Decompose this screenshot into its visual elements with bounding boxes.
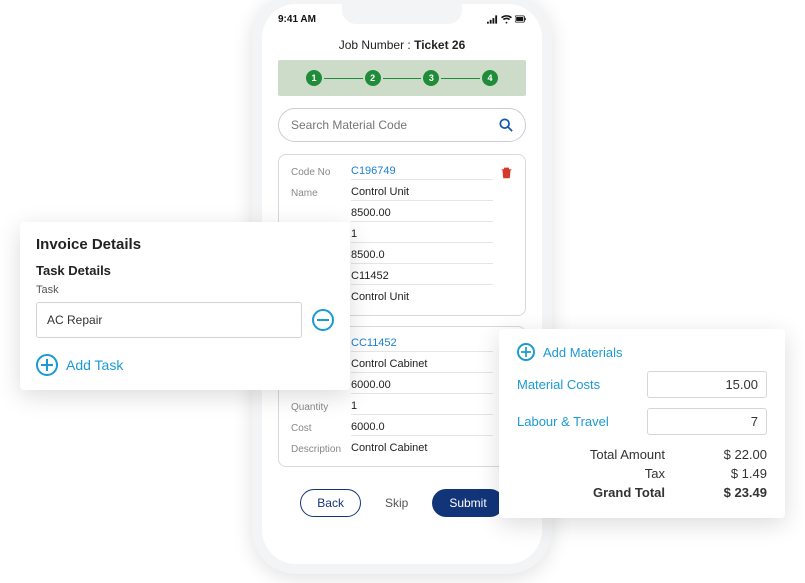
plus-icon: [517, 343, 535, 361]
status-time: 9:41 AM: [278, 14, 316, 25]
add-materials-button[interactable]: Add Materials: [517, 343, 767, 361]
code-value[interactable]: C196749: [351, 165, 493, 180]
submit-button[interactable]: Submit: [432, 489, 503, 517]
grand-total-value: $ 23.49: [697, 485, 767, 500]
name-value: Control Cabinet: [351, 358, 493, 373]
step-1[interactable]: 1: [306, 70, 322, 86]
totals-card: Add Materials Material Costs Labour & Tr…: [499, 329, 785, 518]
task-details-title: Task Details: [36, 263, 334, 278]
code-label: Code No: [291, 167, 351, 178]
remove-task-button[interactable]: [312, 309, 334, 331]
cost-label: Cost: [291, 423, 351, 434]
material-costs-input[interactable]: [647, 371, 767, 398]
step-2[interactable]: 2: [365, 70, 381, 86]
battery-icon: [515, 14, 526, 24]
qty-label: Quantity: [291, 402, 351, 413]
name-label: Name: [291, 188, 351, 199]
cost-value: 6000.0: [351, 421, 493, 436]
material-costs-label: Material Costs: [517, 377, 600, 392]
search-field[interactable]: [278, 108, 526, 142]
grand-total-label: Grand Total: [517, 485, 697, 500]
phone-notch: [342, 4, 462, 24]
labour-travel-label: Labour & Travel: [517, 414, 609, 429]
totals-block: Total Amount $ 22.00 Tax $ 1.49 Grand To…: [517, 445, 767, 502]
add-task-button[interactable]: Add Task: [36, 354, 334, 376]
desc-value: Control Cabinet: [351, 442, 493, 456]
delete-icon[interactable]: [500, 166, 513, 179]
task-input[interactable]: [36, 302, 302, 338]
tax-label: Tax: [517, 466, 697, 481]
plus-icon: [36, 354, 58, 376]
job-number: Ticket 26: [414, 38, 465, 52]
search-input[interactable]: [291, 118, 499, 132]
back-button[interactable]: Back: [300, 489, 361, 517]
name-value: Control Unit: [351, 186, 493, 201]
status-icons: [487, 14, 526, 24]
tax-value: $ 1.49: [697, 466, 767, 481]
skip-button[interactable]: Skip: [369, 489, 424, 517]
labour-travel-input[interactable]: [647, 408, 767, 435]
rate-value: 6000.00: [351, 379, 493, 394]
add-materials-label: Add Materials: [543, 345, 622, 360]
signal-icon: [487, 14, 498, 24]
step-4[interactable]: 4: [482, 70, 498, 86]
altcode-value: C11452: [351, 270, 493, 285]
rate-value: 8500.00: [351, 207, 493, 222]
add-task-label: Add Task: [66, 357, 123, 373]
desc-label: Description: [291, 444, 351, 455]
code-value[interactable]: CC11452: [351, 337, 493, 352]
total-amount-value: $ 22.00: [697, 447, 767, 462]
step-connector: [383, 78, 422, 79]
invoice-title: Invoice Details: [36, 236, 334, 253]
task-label: Task: [36, 284, 334, 296]
step-connector: [324, 78, 363, 79]
job-label: Job Number :: [339, 38, 414, 52]
job-header: Job Number : Ticket 26: [262, 28, 542, 60]
step-3[interactable]: 3: [423, 70, 439, 86]
search-icon[interactable]: [499, 118, 513, 132]
progress-stepper: 1 2 3 4: [278, 60, 526, 96]
wifi-icon: [501, 14, 512, 24]
invoice-details-card: Invoice Details Task Details Task Add Ta…: [20, 222, 350, 390]
cost-value: 8500.0: [351, 249, 493, 264]
qty-value: 1: [351, 400, 493, 415]
qty-value: 1: [351, 228, 493, 243]
step-connector: [441, 78, 480, 79]
desc-value: Control Unit: [351, 291, 493, 305]
total-amount-label: Total Amount: [517, 447, 697, 462]
minus-icon: [317, 319, 329, 321]
